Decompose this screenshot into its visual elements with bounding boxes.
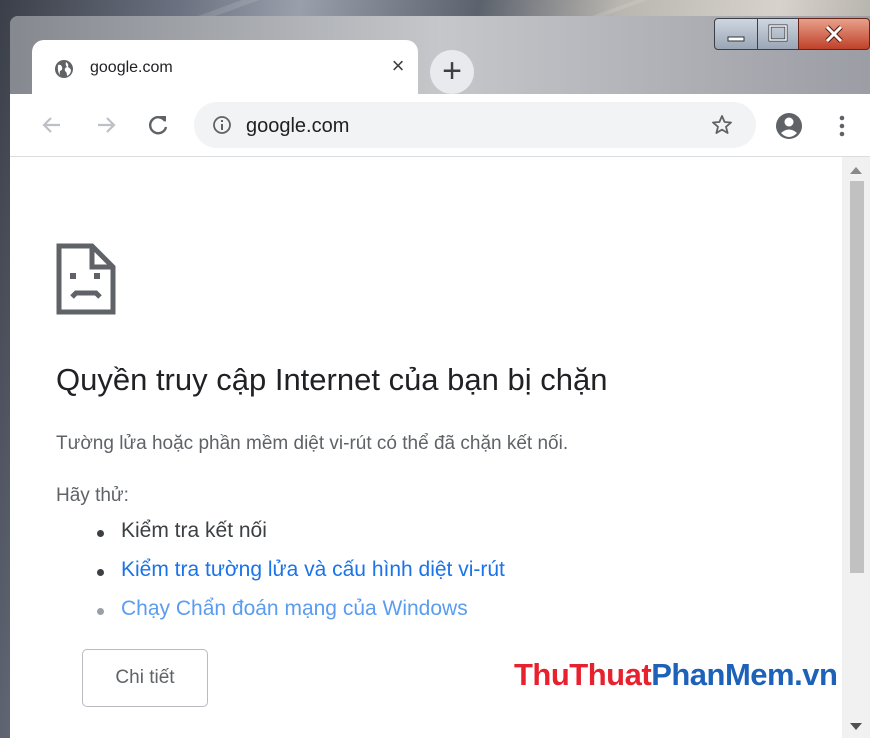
scrollbar-thumb[interactable] (850, 181, 864, 573)
suggestion-network-diagnostics-link[interactable]: Chạy Chẩn đoán mạng của Windows (94, 597, 505, 636)
address-bar[interactable]: google.com (194, 102, 756, 148)
vertical-scrollbar[interactable] (842, 157, 870, 738)
url-text[interactable]: google.com (246, 115, 349, 138)
suggestion-check-connection: Kiểm tra kết nối (94, 519, 505, 558)
window-minimize-button[interactable] (714, 18, 758, 50)
error-page: Quyền truy cập Internet của bạn bị chặn … (10, 157, 842, 738)
bullet-icon (97, 569, 104, 576)
browser-window: google.com × + google.com Quyền truy cập… (10, 16, 870, 738)
tab-close-icon[interactable]: × (384, 52, 412, 80)
suggestion-text[interactable]: Chạy Chẩn đoán mạng của Windows (121, 597, 468, 620)
globe-icon (55, 60, 73, 78)
close-x-icon (825, 25, 843, 43)
suggestion-check-firewall-link[interactable]: Kiểm tra tường lửa và cấu hình diệt vi-r… (94, 558, 505, 597)
suggestions-list: Kiểm tra kết nối Kiểm tra tường lửa và c… (94, 519, 505, 636)
new-tab-button[interactable]: + (430, 50, 474, 94)
arrow-forward-icon[interactable] (92, 111, 120, 139)
arrow-back-icon[interactable] (38, 111, 66, 139)
suggestion-text[interactable]: Kiểm tra tường lửa và cấu hình diệt vi-r… (121, 558, 505, 581)
error-description: Tường lửa hoặc phần mềm diệt vi-rút có t… (56, 433, 569, 454)
details-button[interactable]: Chi tiết (82, 649, 208, 707)
star-icon[interactable] (710, 113, 734, 137)
scroll-up-arrow-icon[interactable] (850, 167, 862, 174)
window-close-button[interactable] (798, 18, 870, 50)
sad-page-icon (56, 243, 116, 315)
tab-google[interactable]: google.com × (32, 40, 418, 94)
bullet-icon (97, 608, 104, 615)
minimize-icon (727, 36, 745, 42)
watermark-part1: ThuThuat (514, 657, 652, 692)
maximize-icon (768, 24, 788, 42)
watermark-logo: ThuThuatPhanMem.vn (514, 657, 838, 693)
tab-strip: google.com × + (10, 16, 870, 94)
suggestion-text: Kiểm tra kết nối (121, 519, 267, 542)
more-vert-icon[interactable] (832, 112, 852, 140)
tab-title: google.com (90, 59, 173, 76)
info-icon[interactable] (212, 115, 232, 135)
scroll-down-arrow-icon[interactable] (850, 723, 862, 730)
watermark-part2: PhanMem.vn (651, 657, 838, 692)
account-circle-icon[interactable] (774, 111, 804, 141)
try-label: Hãy thử: (56, 485, 129, 506)
window-maximize-button[interactable] (757, 18, 799, 50)
bullet-icon (97, 530, 104, 537)
reload-icon[interactable] (144, 111, 172, 139)
error-heading: Quyền truy cập Internet của bạn bị chặn (56, 362, 608, 397)
browser-toolbar: google.com (10, 94, 870, 156)
